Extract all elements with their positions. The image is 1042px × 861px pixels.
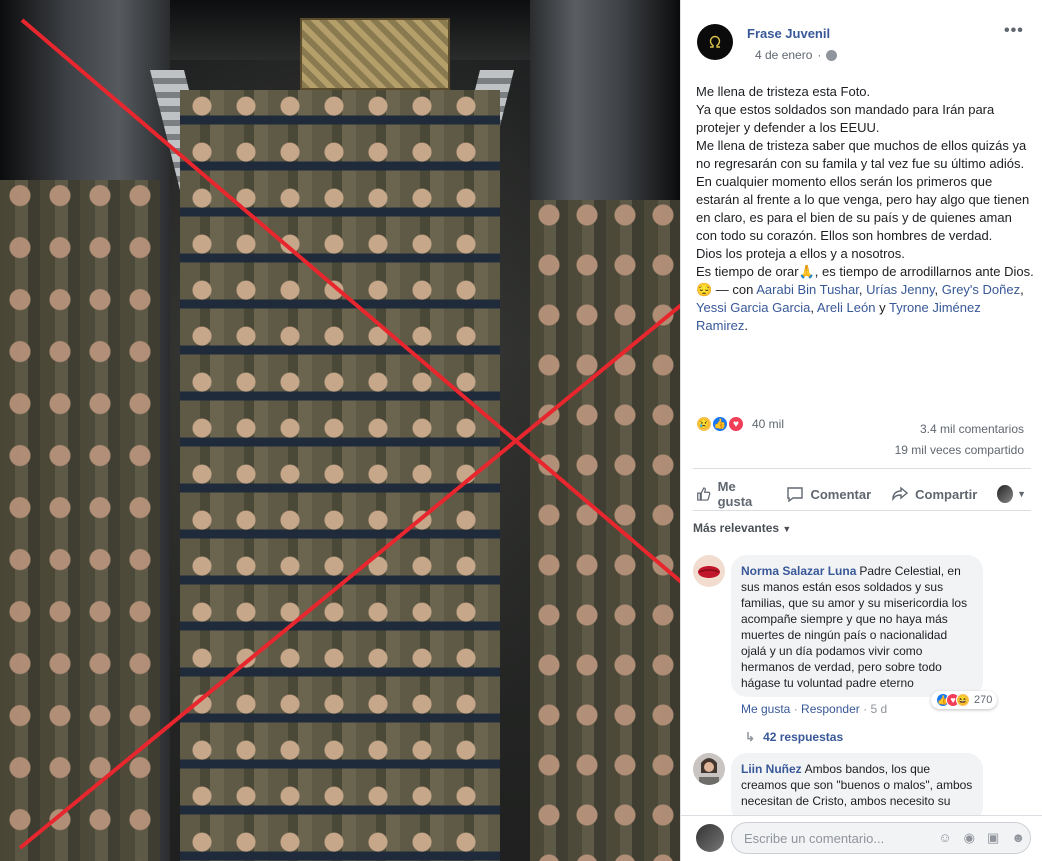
tag-end: . [744, 318, 749, 333]
omega-logo-icon [709, 35, 721, 48]
sad-icon: 😢 [696, 416, 712, 432]
comment-bubble: Norma Salazar Luna Padre Celestial, en su… [731, 555, 983, 697]
sort-label: Más relevantes [693, 521, 780, 535]
comment-author[interactable]: Norma Salazar Luna [741, 564, 856, 578]
more-options-button[interactable]: ••• [1004, 22, 1024, 40]
page-avatar[interactable] [697, 24, 733, 60]
comment-bubble: Liin Nuñez Ambos bandos, los que creamos … [731, 753, 983, 823]
comment-avatar[interactable] [693, 555, 725, 587]
share-button[interactable]: Compartir [891, 485, 977, 503]
page-name[interactable]: Frase Juvenil [747, 26, 830, 41]
separator-dot: · [793, 702, 802, 716]
post-meta: 4 de enero · [755, 48, 838, 62]
tagged-user[interactable]: Grey's Doñez [942, 282, 1020, 297]
comment-actions: Me gusta · Responder · 5 d [741, 702, 887, 716]
lips-avatar-icon [693, 555, 725, 587]
post-panel: Frase Juvenil 4 de enero · ••• Me llena … [680, 0, 1042, 861]
post-line: Dios los proteja a ellos y a nosotros. [696, 246, 905, 261]
soldiers-center-seats [180, 90, 500, 861]
reactions-count: 40 mil [752, 417, 785, 431]
comment-avatar[interactable] [693, 753, 725, 785]
post-date[interactable]: 4 de enero [755, 48, 812, 62]
soldiers-left-group [0, 180, 160, 861]
gif-icon[interactable]: ▣ [987, 830, 999, 846]
profile-selector-avatar[interactable] [997, 485, 1014, 503]
tag-and: y [875, 300, 889, 315]
soldiers-right-group [530, 200, 680, 861]
tag-separator: , [934, 282, 942, 297]
comment-composer: ☺ ◉ ▣ ☻ [681, 815, 1042, 861]
tagged-user[interactable]: Urías Jenny [866, 282, 934, 297]
comment-reply-link[interactable]: Responder [801, 702, 860, 716]
tagged-user[interactable]: Yessi Garcia Garcia [696, 300, 810, 315]
comment-like-link[interactable]: Me gusta [741, 702, 790, 716]
divider [693, 468, 1031, 469]
shares-count[interactable]: 19 mil veces compartido [895, 440, 1024, 461]
chevron-down-icon: ▼ [782, 524, 792, 534]
composer-icons: ☺ ◉ ▣ ☻ [938, 830, 1025, 846]
post-line: Me llena de tristeza esta Foto. [696, 84, 871, 99]
camera-icon[interactable]: ◉ [964, 830, 975, 846]
haha-icon: 😆 [956, 693, 970, 707]
sticker-icon[interactable]: ☻ [1011, 830, 1025, 846]
globe-icon [826, 49, 838, 61]
sort-comments-dropdown[interactable]: Más relevantes ▼ [693, 521, 791, 535]
comment-reactions-count: 270 [974, 694, 993, 706]
view-replies-link[interactable]: ↳ 42 respuestas [745, 730, 843, 744]
post-line: En cualquier momento ellos serán los pri… [696, 174, 1030, 243]
comment-time[interactable]: 5 d [870, 702, 887, 716]
comment-label: Comentar [810, 486, 872, 502]
share-label: Compartir [915, 486, 978, 502]
post-photo[interactable] [0, 0, 680, 861]
emoji-icon[interactable]: ☺ [938, 830, 951, 846]
comment-author[interactable]: Liin Nuñez [741, 762, 802, 776]
post-text: Me llena de tristeza esta Foto. Ya que e… [696, 83, 1034, 335]
comment-icon [787, 487, 804, 503]
tagged-user[interactable]: Areli León [817, 300, 876, 315]
post-stats: 3.4 mil comentarios 19 mil veces compart… [895, 419, 1024, 461]
divider [693, 510, 1031, 511]
my-avatar[interactable] [696, 824, 724, 852]
comments-count[interactable]: 3.4 mil comentarios [895, 419, 1024, 440]
love-icon: ♥ [728, 416, 744, 432]
post-line: Me llena de tristeza saber que muchos de… [696, 138, 1027, 171]
comment-button[interactable]: Comentar [786, 485, 871, 503]
like-icon: 👍 [712, 416, 728, 432]
comment-reactions[interactable]: 👍 ♥ 😆 270 [931, 691, 998, 709]
user-photo-icon [693, 753, 725, 785]
cargo-pallet [300, 18, 450, 90]
tagged-user[interactable]: Aarabi Bin Tushar [756, 282, 859, 297]
like-button[interactable]: Me gusta [696, 479, 766, 509]
share-icon [892, 486, 909, 502]
like-label: Me gusta [717, 479, 753, 509]
thumbs-up-icon [697, 487, 711, 501]
post-actions: Me gusta Comentar Compartir ▼ [696, 479, 1026, 509]
meta-dot: · [817, 48, 822, 62]
comment-text: Padre Celestial, en sus manos están esos… [741, 564, 968, 690]
chevron-down-icon[interactable]: ▼ [1017, 489, 1026, 499]
reaction-summary[interactable]: 😢 👍 ♥ 40 mil [696, 416, 784, 432]
tag-separator: , [1020, 282, 1024, 297]
replies-count: 42 respuestas [763, 730, 844, 744]
post-line-tags: Es tiempo de orar🙏, es tiempo de arrodil… [696, 263, 1034, 335]
reply-arrow-icon: ↳ [745, 730, 756, 744]
post-line: Ya que estos soldados son mandado para I… [696, 102, 995, 135]
